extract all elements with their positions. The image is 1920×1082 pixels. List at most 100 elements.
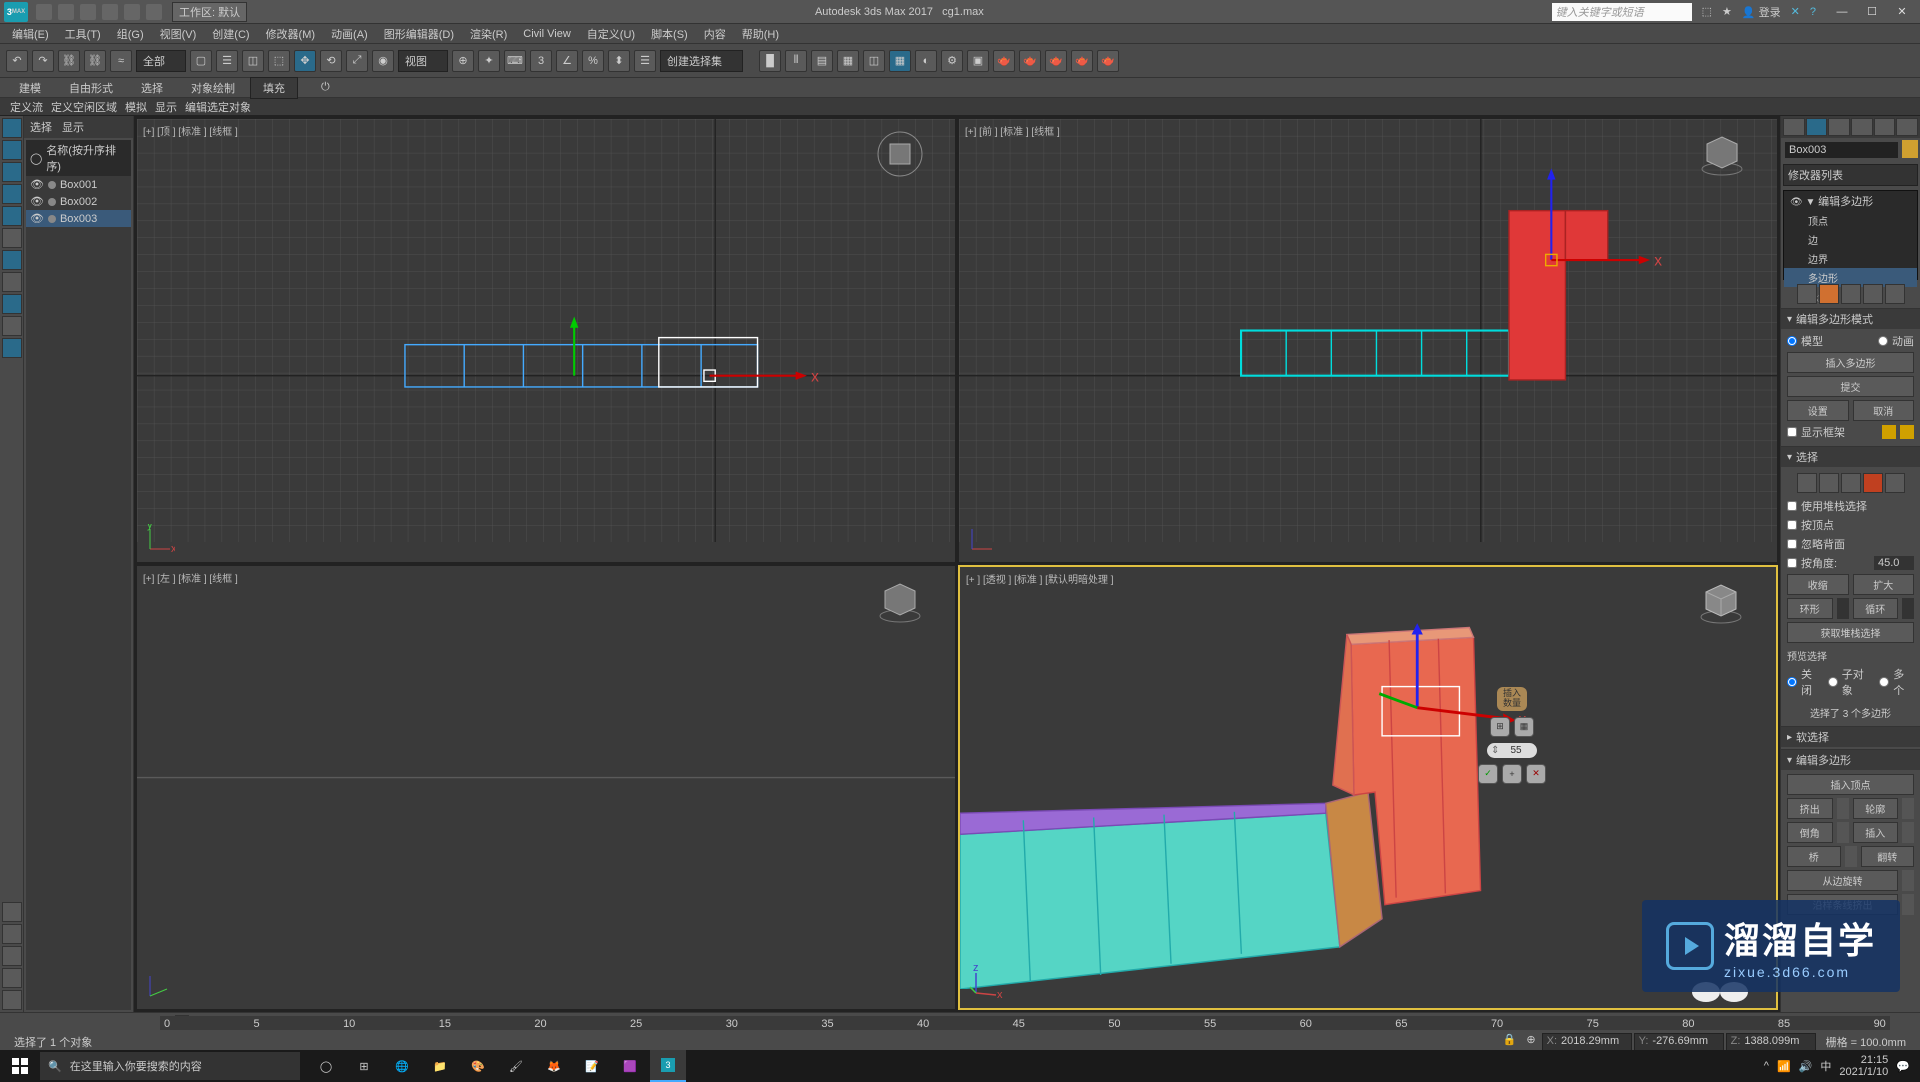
tab-paint[interactable]: 对象绘制	[178, 77, 248, 99]
toggle-ribbon-button[interactable]: ▦	[837, 50, 859, 72]
angle-snap-button[interactable]: ∠	[556, 50, 578, 72]
material-button[interactable]: ◐	[915, 50, 937, 72]
outline-settings-icon[interactable]	[1902, 798, 1914, 819]
rollout-edit-poly[interactable]: ▾ 编辑多边形	[1781, 750, 1920, 770]
ime-icon[interactable]: 中	[1820, 1058, 1831, 1074]
render-iter-button[interactable]: 🫖	[1045, 50, 1067, 72]
move-button[interactable]: ✥	[294, 50, 316, 72]
render-setup-button[interactable]: ⚙	[941, 50, 963, 72]
edge-subobj-icon[interactable]	[1819, 473, 1839, 493]
helper-filter-icon[interactable]	[2, 206, 22, 226]
clock-time[interactable]: 21:15	[1839, 1054, 1888, 1066]
edit-named-button[interactable]: ☰	[634, 50, 656, 72]
help-icon[interactable]: ?	[1810, 6, 1816, 18]
maximize-button[interactable]: ☐	[1858, 2, 1886, 22]
shrink-button[interactable]: 收缩	[1787, 574, 1849, 595]
render-prod-button[interactable]: 🫖	[1019, 50, 1041, 72]
clock-date[interactable]: 2021/1/10	[1839, 1066, 1888, 1078]
app-icon-2[interactable]: 🖌	[498, 1050, 534, 1082]
undo-button[interactable]: ↶	[6, 50, 28, 72]
hinge-settings-icon[interactable]	[1902, 870, 1914, 891]
viewcube-icon[interactable]	[875, 576, 925, 626]
viewcube-icon[interactable]	[1697, 129, 1747, 179]
z-coord-input[interactable]: Z:1388.099m	[1726, 1033, 1816, 1051]
group-filter-icon[interactable]	[2, 250, 22, 270]
undo-icon[interactable]	[102, 4, 118, 20]
bridge-settings-icon[interactable]	[1845, 846, 1857, 867]
menu-content[interactable]: 内容	[698, 24, 732, 44]
show-end-result-icon[interactable]	[1819, 284, 1839, 304]
ref-coord-system[interactable]: 视图	[398, 50, 448, 72]
exchange-icon[interactable]: ✕	[1791, 5, 1800, 18]
system-tray[interactable]: ^ 📶 🔊 中 21:15 2021/1/10 💬	[1754, 1054, 1920, 1078]
loop-button[interactable]: 循环	[1853, 598, 1899, 619]
by-vertex-checkbox[interactable]: 按顶点	[1787, 517, 1914, 533]
hinge-button[interactable]: 从边旋转	[1787, 870, 1898, 891]
render-button[interactable]: 🫖	[993, 50, 1015, 72]
bevel-settings-icon[interactable]	[1837, 822, 1849, 843]
window-crossing-button[interactable]: ⬚	[268, 50, 290, 72]
frozen-filter-icon[interactable]	[2, 338, 22, 358]
rollout-edit-mode[interactable]: ▾ 编辑多边形模式	[1781, 309, 1920, 329]
xref-filter-icon[interactable]	[2, 272, 22, 292]
app-icon-1[interactable]: 🎨	[460, 1050, 496, 1082]
firefox-icon[interactable]: 🦊	[536, 1050, 572, 1082]
app-icon-4[interactable]: 🟪	[612, 1050, 648, 1082]
extrude-button[interactable]: 挤出	[1787, 798, 1833, 819]
menu-customize[interactable]: 自定义(U)	[581, 24, 641, 44]
ring-spinner[interactable]	[1837, 598, 1849, 619]
coord-mode-icon[interactable]: ⊕	[1522, 1033, 1539, 1051]
border-subobj-icon[interactable]	[1841, 473, 1861, 493]
expand-icon[interactable]	[2, 946, 22, 966]
object-color-swatch[interactable]	[1902, 140, 1918, 158]
tab-freeform[interactable]: 自由形式	[56, 77, 126, 99]
loop-spinner[interactable]	[1902, 598, 1914, 619]
curve-editor-button[interactable]: ◫	[863, 50, 885, 72]
list-item[interactable]: 👁Box002	[26, 193, 131, 210]
menu-help[interactable]: 帮助(H)	[736, 24, 785, 44]
remove-modifier-icon[interactable]	[1863, 284, 1883, 304]
shape-filter-icon[interactable]	[2, 140, 22, 160]
notifications-icon[interactable]: 💬	[1896, 1060, 1910, 1073]
explorer-icon[interactable]: 📁	[422, 1050, 458, 1082]
hierarchy-tab-icon[interactable]	[1828, 118, 1850, 136]
utilities-tab-icon[interactable]	[1896, 118, 1918, 136]
unlink-button[interactable]: ⛓	[84, 50, 106, 72]
infocenter-icon[interactable]: ⬚	[1702, 5, 1712, 18]
inset-amount-spinner[interactable]: 55	[1487, 743, 1537, 758]
lock-icon[interactable]: 🔒	[1499, 1033, 1521, 1051]
bridge-button[interactable]: 桥	[1787, 846, 1841, 867]
manipulate-button[interactable]: ✦	[478, 50, 500, 72]
subtab-flow[interactable]: 定义流	[10, 99, 43, 115]
viewcube-icon[interactable]	[875, 129, 925, 179]
by-angle-checkbox[interactable]: 按角度:	[1787, 555, 1837, 571]
subtab-idle[interactable]: 定义空闲区域	[51, 99, 117, 115]
object-name-field[interactable]: Box003	[1785, 142, 1898, 158]
tab-select[interactable]: 选择	[30, 119, 52, 135]
redo-icon[interactable]	[124, 4, 140, 20]
viewport-label[interactable]: [+ ] [透视 ] [标准 ] [默认明暗处理 ]	[966, 571, 1114, 586]
cancel-button[interactable]: 取消	[1853, 400, 1915, 421]
snap-button[interactable]: 3	[530, 50, 552, 72]
preview-off-radio[interactable]: 关闭	[1787, 666, 1822, 698]
menu-animation[interactable]: 动画(A)	[325, 24, 374, 44]
caddy-type-group-icon[interactable]: ⊞	[1490, 717, 1510, 737]
ring-button[interactable]: 环形	[1787, 598, 1833, 619]
column-header[interactable]: ◯名称(按升序排序)	[26, 140, 131, 176]
tab-modeling[interactable]: 建模	[6, 77, 54, 99]
select-button[interactable]: ▢	[190, 50, 212, 72]
make-unique-icon[interactable]	[1841, 284, 1861, 304]
x-coord-input[interactable]: X:2018.29mm	[1542, 1033, 1632, 1051]
pivot-button[interactable]: ⊕	[452, 50, 474, 72]
collapse-icon[interactable]	[2, 968, 22, 988]
menu-modifiers[interactable]: 修改器(M)	[260, 24, 322, 44]
minimize-button[interactable]: —	[1828, 2, 1856, 22]
ignore-back-checkbox[interactable]: 忽略背面	[1787, 536, 1914, 552]
menu-group[interactable]: 组(G)	[111, 24, 150, 44]
get-stack-sel-button[interactable]: 获取堆栈选择	[1787, 622, 1914, 643]
scale-button[interactable]: ⤢	[346, 50, 368, 72]
menu-tools[interactable]: 工具(T)	[59, 24, 107, 44]
keyboard-button[interactable]: ⌨	[504, 50, 526, 72]
viewport-label[interactable]: [+] [前 ] [标准 ] [线框 ]	[965, 123, 1060, 138]
menu-render[interactable]: 渲染(R)	[464, 24, 513, 44]
